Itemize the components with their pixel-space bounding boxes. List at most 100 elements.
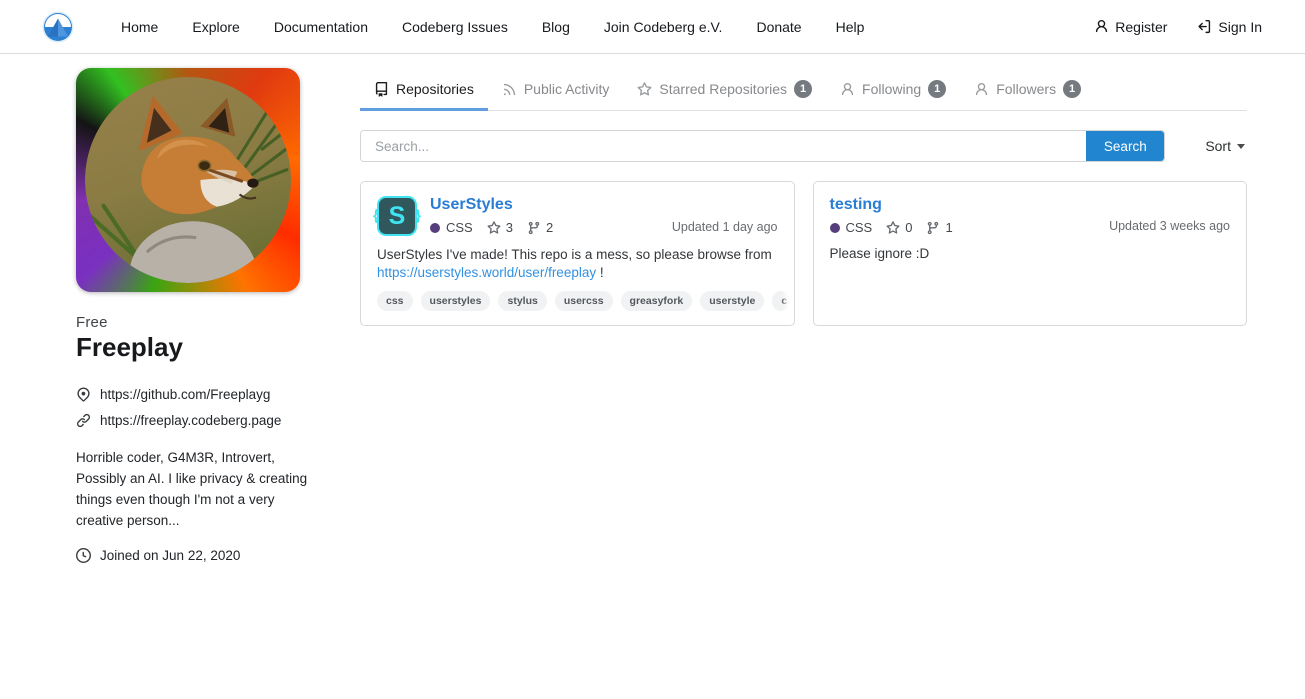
brace-left-icon: {: [373, 208, 379, 223]
tab-following[interactable]: Following 1: [826, 68, 960, 110]
nav-explore[interactable]: Explore: [175, 0, 256, 54]
nav-blog[interactable]: Blog: [525, 0, 587, 54]
repo-description: UserStyles I've made! This repo is a mes…: [377, 246, 778, 282]
brace-right-icon: }: [415, 208, 421, 223]
profile-page: Free Freeplay https://github.com/Freepla…: [0, 54, 1305, 563]
language-dot-icon: [430, 223, 440, 233]
tab-starred-repositories[interactable]: Starred Repositories 1: [623, 68, 826, 110]
nav-join-codeberg[interactable]: Join Codeberg e.V.: [587, 0, 740, 54]
repo-description: Please ignore :D: [830, 245, 1231, 263]
navbar-auth: Register Sign In: [1094, 19, 1262, 35]
profile-meta: https://github.com/Freeplayg https://fre…: [76, 387, 308, 428]
fork-count: 2: [546, 220, 553, 235]
starred-count-badge: 1: [794, 80, 812, 98]
sign-in-label: Sign In: [1218, 19, 1262, 35]
tab-public-activity[interactable]: Public Activity: [488, 68, 624, 110]
nav-donate[interactable]: Donate: [739, 0, 818, 54]
search-input-group: Search: [360, 130, 1165, 162]
stylus-s-logo: S: [389, 204, 406, 229]
fork-count: 1: [945, 220, 952, 235]
git-branch-icon: [926, 221, 940, 235]
link-icon: [76, 413, 91, 428]
top-navbar: Home Explore Documentation Codeberg Issu…: [0, 0, 1305, 54]
joined-row: Joined on Jun 22, 2020: [76, 548, 308, 563]
git-branch-icon: [527, 221, 541, 235]
repository-list: { S } UserStyles CSS 3 2: [360, 181, 1247, 326]
caret-down-icon: [1237, 144, 1245, 149]
repo-icon: [374, 82, 389, 97]
topic-tag[interactable]: userstyle: [700, 291, 764, 311]
repo-title-block: testing CSS 0 1: [830, 196, 953, 235]
person-icon: [974, 82, 989, 97]
tab-label: Repositories: [396, 81, 474, 97]
star-icon: [637, 82, 652, 97]
repo-card-testing: testing CSS 0 1 Updated 3 weeks ago Pl: [813, 181, 1248, 326]
description-text: UserStyles I've made! This repo is a mes…: [377, 247, 772, 262]
language-dot-icon: [830, 223, 840, 233]
user-avatar: [76, 68, 300, 292]
tab-followers[interactable]: Followers 1: [960, 68, 1095, 110]
repo-link-testing[interactable]: testing: [830, 196, 882, 214]
repo-card-userstyles: { S } UserStyles CSS 3 2: [360, 181, 795, 326]
star-count: 3: [506, 220, 513, 235]
nav-home[interactable]: Home: [104, 0, 175, 54]
repo-avatar-stylus: { S }: [377, 196, 417, 236]
following-count-badge: 1: [928, 80, 946, 98]
nav-help[interactable]: Help: [819, 0, 882, 54]
website-link[interactable]: https://freeplay.codeberg.page: [100, 413, 281, 428]
repo-link-userstyles[interactable]: UserStyles: [430, 196, 513, 214]
location-link[interactable]: https://github.com/Freeplayg: [100, 387, 270, 402]
language-label: CSS: [846, 220, 873, 235]
tab-label: Starred Repositories: [659, 81, 787, 97]
rss-icon: [502, 82, 517, 97]
repo-card-header: { S } UserStyles CSS 3 2: [377, 196, 778, 236]
profile-sidebar: Free Freeplay https://github.com/Freepla…: [76, 68, 308, 563]
tab-label: Followers: [996, 81, 1056, 97]
person-icon: [840, 82, 855, 97]
topic-tag[interactable]: greasyfork: [621, 291, 693, 311]
tab-label: Public Activity: [524, 81, 610, 97]
fox-avatar-image: [85, 77, 291, 283]
star-count: 0: [905, 220, 912, 235]
register-label: Register: [1115, 19, 1167, 35]
nav-codeberg-issues[interactable]: Codeberg Issues: [385, 0, 525, 54]
sign-in-button[interactable]: Sign In: [1197, 19, 1262, 35]
description-link[interactable]: https://userstyles.world/user/freeplay: [377, 265, 596, 280]
topic-tag[interactable]: usercss: [555, 291, 613, 311]
topic-tags: css userstyles stylus usercss greasyfork…: [377, 291, 778, 311]
nav-documentation[interactable]: Documentation: [257, 0, 385, 54]
topic-tag[interactable]: userstyles: [421, 291, 491, 311]
tab-repositories[interactable]: Repositories: [360, 68, 488, 110]
search-button[interactable]: Search: [1086, 131, 1164, 161]
repo-title-block: UserStyles CSS 3 2: [430, 196, 553, 235]
repo-search-row: Search Sort: [360, 130, 1247, 162]
person-icon: [1094, 19, 1109, 34]
sign-in-icon: [1197, 19, 1212, 34]
repo-card-header: testing CSS 0 1 Updated 3 weeks ago: [830, 196, 1231, 235]
profile-content: Repositories Public Activity Starred Rep…: [360, 68, 1247, 326]
language-label: CSS: [446, 220, 473, 235]
location-pin-icon: [76, 387, 91, 402]
user-bio: Horrible coder, G4M3R, Introvert, Possib…: [76, 448, 314, 532]
star-icon: [487, 221, 501, 235]
repo-meta: CSS 3 2: [430, 220, 553, 235]
clock-icon: [76, 548, 91, 563]
updated-timestamp: Updated 1 day ago: [672, 220, 778, 236]
star-icon: [886, 221, 900, 235]
website-row: https://freeplay.codeberg.page: [76, 413, 308, 428]
topic-tag-truncated[interactable]: cascading-style-sheets: [772, 291, 790, 311]
register-button[interactable]: Register: [1094, 19, 1167, 35]
navbar-links: Home Explore Documentation Codeberg Issu…: [104, 0, 881, 54]
codeberg-logo-icon[interactable]: [42, 11, 74, 43]
repo-meta: CSS 0 1: [830, 220, 953, 235]
search-input[interactable]: [361, 131, 1086, 161]
followers-count-badge: 1: [1063, 80, 1081, 98]
topic-tag[interactable]: css: [377, 291, 413, 311]
location-row: https://github.com/Freeplayg: [76, 387, 308, 402]
description-text: Please ignore :D: [830, 246, 930, 261]
updated-timestamp: Updated 3 weeks ago: [1109, 219, 1230, 235]
topic-tag[interactable]: stylus: [498, 291, 546, 311]
sort-dropdown[interactable]: Sort: [1205, 138, 1247, 154]
tab-label: Following: [862, 81, 921, 97]
profile-tabs: Repositories Public Activity Starred Rep…: [360, 68, 1247, 111]
